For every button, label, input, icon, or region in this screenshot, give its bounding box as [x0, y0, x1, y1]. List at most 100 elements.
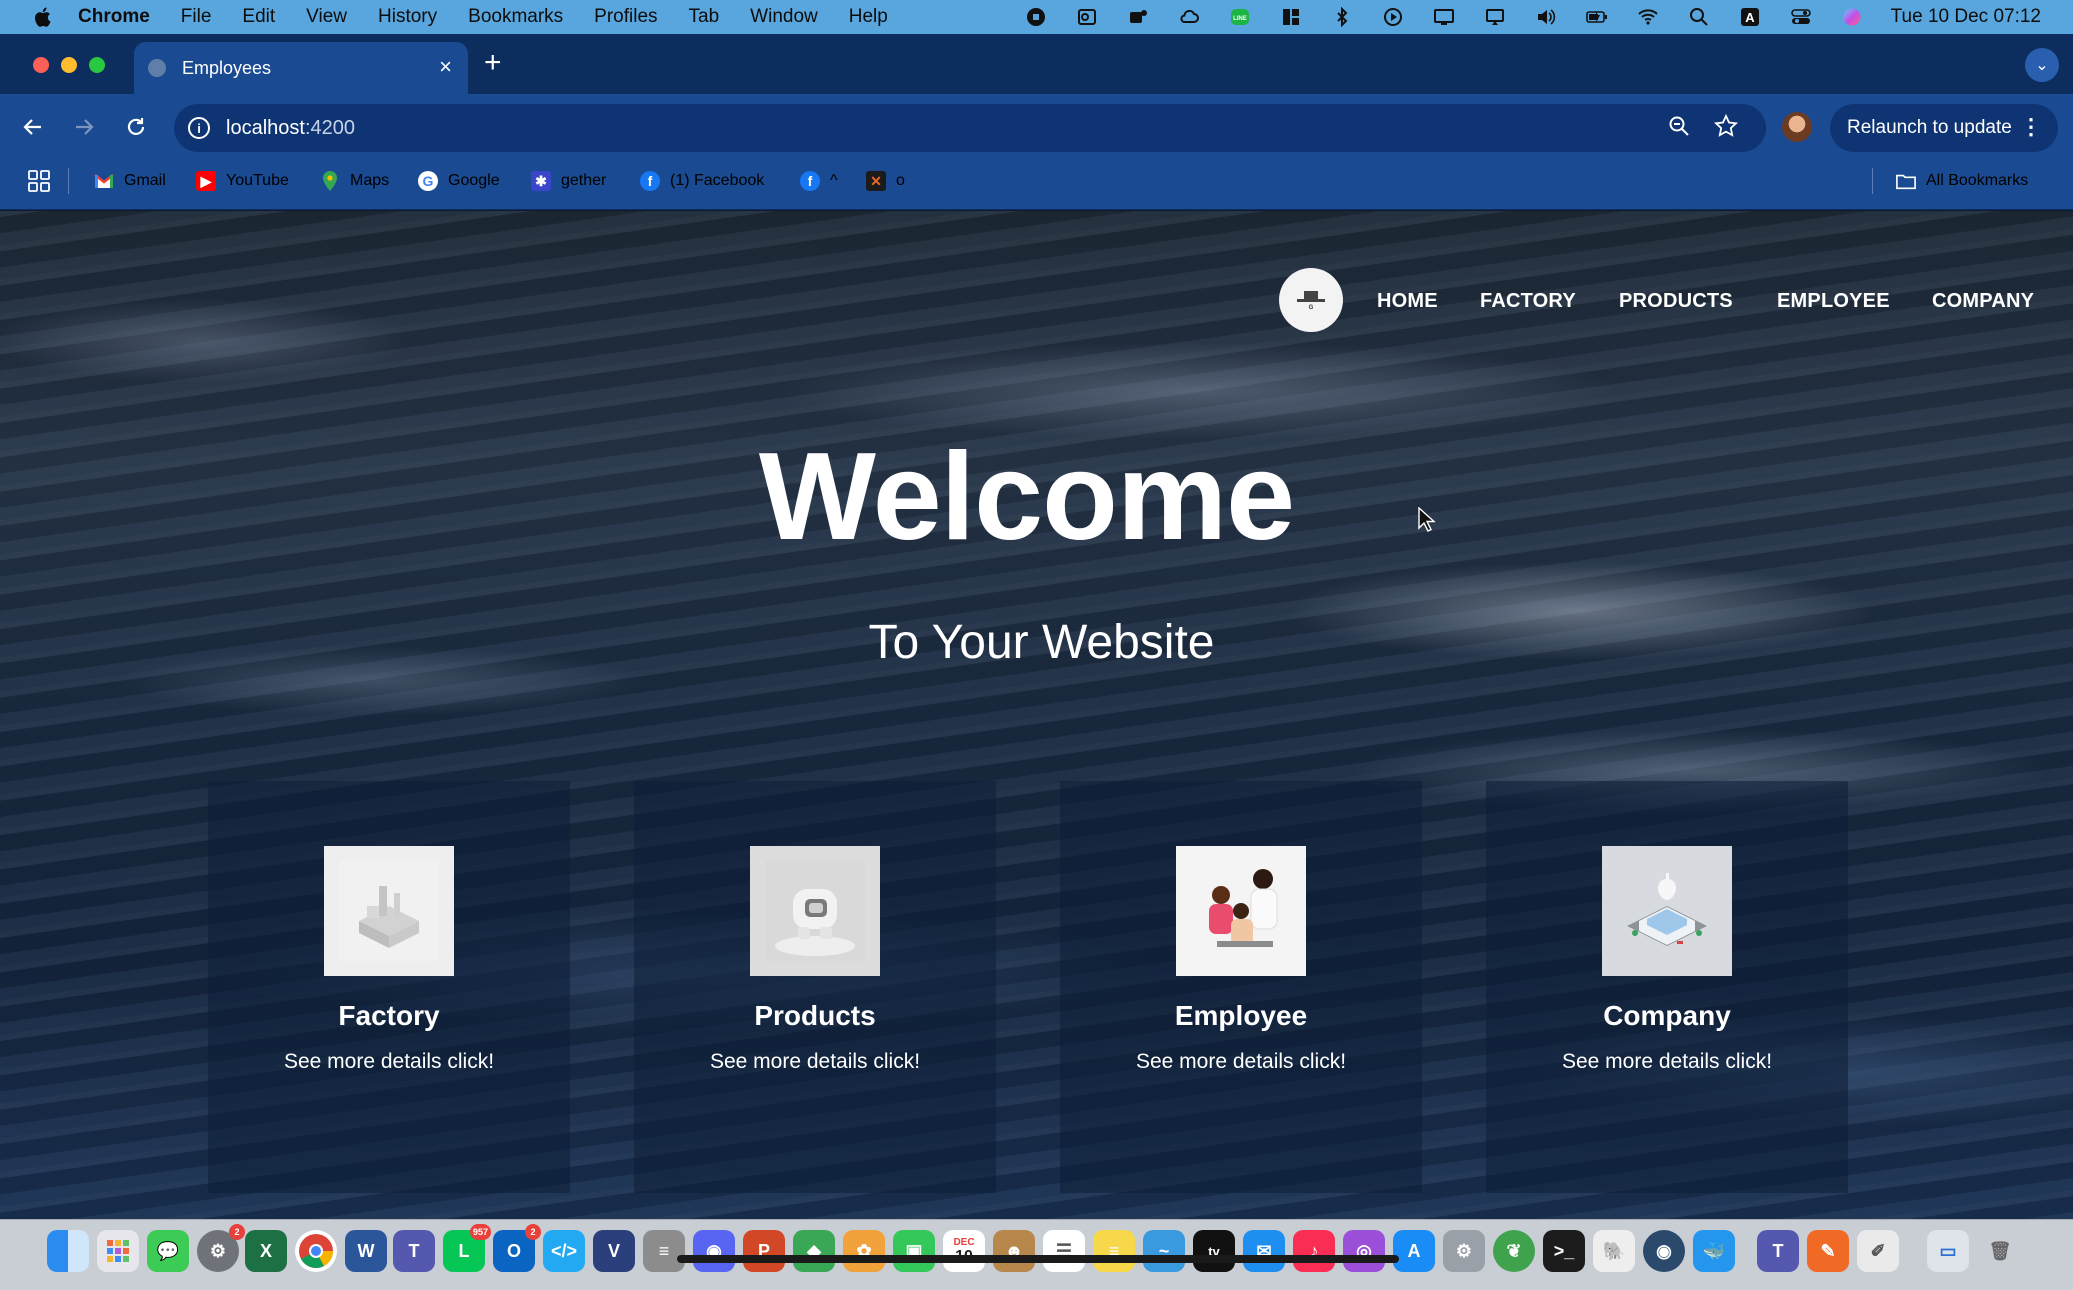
- bookmark-maps[interactable]: Maps: [320, 169, 389, 193]
- photos-icon[interactable]: ✿: [843, 1230, 885, 1272]
- tab-search-chevron-icon[interactable]: ⌄: [2025, 48, 2059, 82]
- bookmark-google[interactable]: G Google: [418, 169, 500, 193]
- bookmark-facebook[interactable]: f (1) Facebook: [640, 169, 764, 193]
- outlook-icon[interactable]: O2: [493, 1224, 541, 1272]
- site-info-icon[interactable]: i: [188, 117, 210, 139]
- finder-icon[interactable]: [47, 1230, 89, 1272]
- reminders-icon[interactable]: ☰: [1043, 1230, 1085, 1272]
- contacts-icon[interactable]: ☻: [993, 1230, 1035, 1272]
- menu-history[interactable]: History: [378, 6, 437, 28]
- new-tab-button[interactable]: +: [484, 48, 502, 78]
- bookmark-youtube[interactable]: ▶ YouTube: [196, 169, 289, 193]
- volume-icon[interactable]: [1534, 7, 1558, 27]
- apple-tv-icon[interactable]: tv: [1193, 1230, 1235, 1272]
- close-tab-icon[interactable]: ×: [439, 56, 452, 78]
- card-details-link[interactable]: See more details click!: [284, 1050, 494, 1074]
- card-details-link[interactable]: See more details click!: [1136, 1050, 1346, 1074]
- window-layout-icon[interactable]: [1279, 7, 1303, 27]
- display-icon[interactable]: [1432, 7, 1456, 27]
- menu-bookmarks[interactable]: Bookmarks: [468, 6, 563, 28]
- bookmark-star-icon[interactable]: [1712, 112, 1740, 140]
- control-center-icon[interactable]: [1789, 7, 1813, 27]
- bookmark-gmail[interactable]: Gmail: [94, 169, 166, 193]
- more-menu-icon[interactable]: ⋮: [2020, 114, 2042, 140]
- docker-icon[interactable]: 🐳: [1693, 1230, 1735, 1272]
- app-store-icon[interactable]: A: [1393, 1230, 1435, 1272]
- menu-edit[interactable]: Edit: [242, 6, 275, 28]
- database-icon[interactable]: ≡: [643, 1230, 685, 1272]
- address-bar[interactable]: i localhost:4200: [174, 104, 1766, 152]
- card-details-link[interactable]: See more details click!: [710, 1050, 920, 1074]
- play-icon[interactable]: [1381, 7, 1405, 27]
- vscode-icon[interactable]: </>: [543, 1230, 585, 1272]
- all-bookmarks-folder[interactable]: All Bookmarks: [1896, 169, 2028, 193]
- system-settings-icon[interactable]: ⚙ 2: [197, 1224, 245, 1272]
- card-details-link[interactable]: See more details click!: [1562, 1050, 1772, 1074]
- forward-button[interactable]: [69, 112, 99, 142]
- calendar-icon[interactable]: DEC10: [943, 1230, 985, 1272]
- battery-icon[interactable]: [1585, 7, 1609, 27]
- card-products[interactable]: Products See more details click!: [634, 781, 996, 1193]
- excel-icon[interactable]: X: [245, 1230, 287, 1272]
- zoom-window-button[interactable]: [89, 57, 105, 73]
- siri-icon[interactable]: [1840, 7, 1864, 27]
- back-button[interactable]: [18, 112, 48, 142]
- terminal-icon[interactable]: >_: [1543, 1230, 1585, 1272]
- textedit-icon[interactable]: ✐: [1857, 1230, 1899, 1272]
- reload-button[interactable]: [121, 112, 151, 142]
- apple-menu-icon[interactable]: [32, 6, 52, 28]
- trash-icon[interactable]: 🗑: [1979, 1230, 2021, 1272]
- site-logo[interactable]: G: [1279, 268, 1343, 332]
- discord-icon[interactable]: ◉: [693, 1230, 735, 1272]
- bookmark-facebook-2[interactable]: f ^: [800, 169, 838, 193]
- messages-icon[interactable]: 💬: [147, 1230, 189, 1272]
- line-icon[interactable]: L 957: [443, 1224, 491, 1272]
- menu-file[interactable]: File: [181, 6, 212, 28]
- bluetooth-icon[interactable]: [1330, 7, 1354, 27]
- podcasts-icon[interactable]: ◎: [1343, 1230, 1385, 1272]
- launchpad-icon[interactable]: [97, 1230, 139, 1272]
- tab-employees[interactable]: Employees ×: [134, 42, 468, 94]
- menu-window[interactable]: Window: [750, 6, 818, 28]
- menu-help[interactable]: Help: [849, 6, 888, 28]
- v-app-icon[interactable]: V: [593, 1230, 635, 1272]
- nav-products[interactable]: PRODUCTS: [1619, 290, 1733, 313]
- wifi-icon[interactable]: [1636, 7, 1660, 27]
- menu-tab[interactable]: Tab: [689, 6, 720, 28]
- menubar-clock[interactable]: Tue 10 Dec 07:12: [1891, 6, 2041, 28]
- nav-factory[interactable]: FACTORY: [1480, 290, 1576, 313]
- nav-employee[interactable]: EMPLOYEE: [1777, 290, 1890, 313]
- pencil-app-icon[interactable]: ✎: [1807, 1230, 1849, 1272]
- mongodb-compass-icon[interactable]: ❦: [1493, 1230, 1535, 1272]
- chrome-icon[interactable]: [295, 1230, 337, 1272]
- card-employee[interactable]: Employee See more details click!: [1060, 781, 1422, 1193]
- profile-avatar[interactable]: [1782, 112, 1812, 142]
- card-company[interactable]: Company See more details click!: [1486, 781, 1848, 1193]
- zoom-icon[interactable]: [1665, 112, 1693, 140]
- url-text[interactable]: localhost:4200: [226, 117, 355, 140]
- screen-record-icon[interactable]: [1024, 7, 1048, 27]
- maps-app-icon[interactable]: ◆: [793, 1230, 835, 1272]
- bookmark-x-orange[interactable]: ✕ o: [866, 169, 905, 193]
- music-icon[interactable]: ♪: [1293, 1230, 1335, 1272]
- spotlight-search-icon[interactable]: [1687, 7, 1711, 27]
- teams-icon[interactable]: T: [393, 1230, 435, 1272]
- word-icon[interactable]: W: [345, 1230, 387, 1272]
- preferences-gear-icon[interactable]: ⚙: [1443, 1230, 1485, 1272]
- close-window-button[interactable]: [33, 57, 49, 73]
- card-factory[interactable]: Factory See more details click!: [208, 781, 570, 1193]
- facetime-icon[interactable]: ▣: [893, 1230, 935, 1272]
- menu-view[interactable]: View: [306, 6, 347, 28]
- outlook-status-icon[interactable]: [1075, 7, 1099, 27]
- postgres-elephant-icon[interactable]: 🐘: [1593, 1230, 1635, 1272]
- menu-app-chrome[interactable]: Chrome: [78, 6, 150, 28]
- powerpoint-icon[interactable]: P: [743, 1230, 785, 1272]
- notes-icon[interactable]: ≡: [1093, 1230, 1135, 1272]
- mail-icon[interactable]: ✉: [1243, 1230, 1285, 1272]
- line-status-icon[interactable]: LINE: [1228, 7, 1252, 27]
- apps-grid-icon[interactable]: [28, 170, 50, 192]
- nav-home[interactable]: HOME: [1377, 290, 1438, 313]
- teams-recent-icon[interactable]: T: [1757, 1230, 1799, 1272]
- input-source-icon[interactable]: A: [1738, 7, 1762, 27]
- downloads-folder-icon[interactable]: ▭: [1927, 1230, 1969, 1272]
